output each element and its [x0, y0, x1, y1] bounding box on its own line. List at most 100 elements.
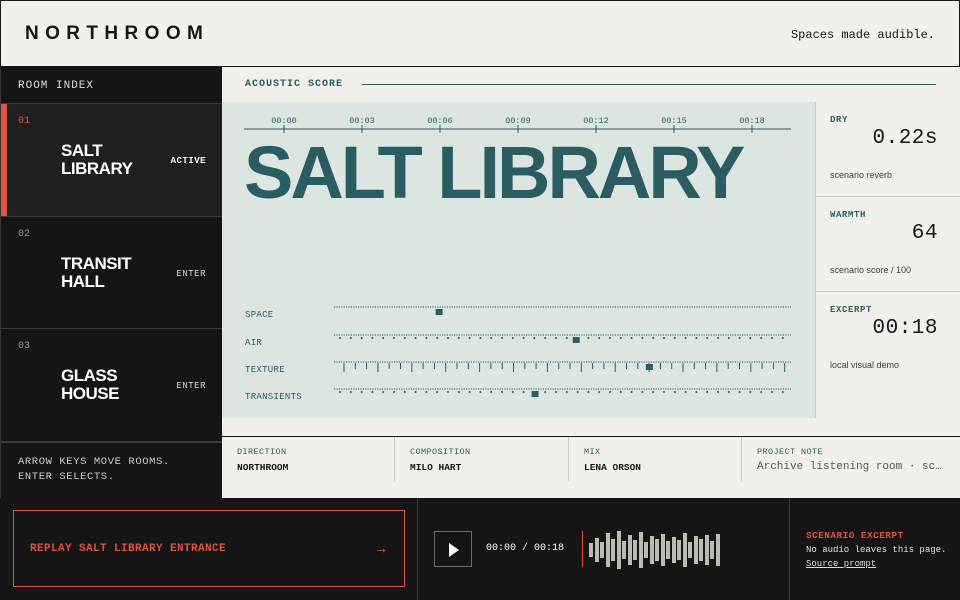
credit-label: MIX — [584, 447, 601, 457]
playhead[interactable] — [582, 531, 583, 567]
waveform-bar — [666, 541, 670, 559]
waveform[interactable] — [589, 528, 729, 570]
tagline: Spaces made audible. — [790, 28, 935, 42]
waveform-bar — [600, 542, 604, 558]
track-dot — [673, 391, 676, 393]
track-dot — [425, 391, 428, 393]
section-title: ACOUSTIC SCORE — [245, 79, 344, 90]
track-dot — [511, 391, 514, 393]
track-dot — [403, 337, 406, 339]
waveform-bar — [627, 535, 632, 565]
waveform-bar — [633, 540, 637, 560]
track-dot — [382, 391, 385, 393]
credit-value: Archive listening room · sc… — [757, 461, 942, 473]
app-header: NORTHROOM Spaces made audible. — [0, 0, 960, 67]
divider — [789, 498, 790, 600]
metric-value: 0.22s — [872, 127, 938, 150]
divider — [1, 441, 223, 443]
track-dot — [490, 391, 493, 393]
track-dot — [749, 337, 752, 339]
room-name: GLASS HOUSE — [61, 366, 119, 403]
metric-label: DRY — [830, 115, 849, 125]
acoustic-score-panel: 00:00 00:03 00:06 00:09 00:12 00:15 00:18 SALT… — [222, 102, 815, 418]
track-dot — [522, 337, 525, 339]
track-dot — [727, 391, 730, 393]
track-handle[interactable] — [572, 337, 580, 343]
timeline-tick-label: 00:09 — [505, 116, 531, 126]
excerpt-note: No audio leaves this page. — [806, 545, 947, 555]
track-dot — [468, 337, 471, 339]
track-dot — [414, 337, 417, 339]
track-dot — [511, 337, 514, 339]
player-bar: REPLAY SALT LIBRARY ENTRANCE → 00:00 / 0… — [0, 498, 960, 600]
track-label: TRANSIENTS — [245, 392, 302, 402]
metric-excerpt: EXCERPT 00:18 local visual demo — [815, 292, 960, 418]
track-dot — [587, 391, 590, 393]
track-dot — [749, 391, 752, 393]
track-handle[interactable] — [531, 391, 539, 397]
track-dot — [349, 391, 352, 393]
track-dot — [609, 337, 611, 339]
metric-caption: local visual demo — [830, 360, 900, 370]
track-dot — [727, 337, 730, 339]
track-dot — [598, 337, 601, 339]
waveform-bar — [704, 535, 709, 565]
track-dot — [781, 391, 784, 393]
track-dot — [349, 337, 352, 339]
track-dot — [436, 337, 439, 339]
brand-logo[interactable]: NORTHROOM — [25, 23, 209, 45]
waveform-bar — [693, 536, 698, 564]
metric-caption: scenario score / 100 — [830, 265, 912, 275]
metric-dry: DRY 0.22s scenario reverb — [815, 102, 960, 197]
room-state: ENTER — [176, 269, 206, 279]
track-handle[interactable] — [645, 364, 653, 370]
room-index-title: ROOM INDEX — [18, 80, 95, 92]
track-dot — [544, 391, 547, 393]
waveform-bar — [699, 539, 703, 561]
room-state: ACTIVE — [170, 156, 206, 166]
track-dot — [587, 337, 590, 339]
credit-label: DIRECTION — [237, 447, 287, 457]
track-dot — [652, 391, 655, 393]
track-dot — [695, 391, 698, 393]
track-dot — [382, 337, 385, 339]
track-dot — [447, 391, 449, 393]
track-dot — [360, 337, 363, 339]
divider — [362, 84, 936, 85]
track-dot — [457, 337, 460, 339]
track-dot — [641, 337, 644, 339]
waveform-bar — [715, 534, 720, 566]
room-index-sidebar: ROOM INDEX 01 SALT LIBRARY ACTIVE 02 TRA… — [0, 67, 223, 498]
track-dot — [414, 391, 417, 393]
waveform-bar — [605, 533, 610, 567]
parameter-tracks: SPACE AIR TEXTURE TRANSIENTS — [245, 306, 791, 402]
replay-entrance-button[interactable]: REPLAY SALT LIBRARY ENTRANCE → — [13, 510, 405, 587]
track-dot — [663, 337, 665, 339]
source-prompt-link[interactable]: Source prompt — [806, 559, 876, 569]
room-state: ENTER — [176, 381, 206, 391]
room-item-glass-house[interactable]: 03 GLASS HOUSE ENTER — [1, 328, 223, 441]
keyboard-hint-line: ARROW KEYS MOVE ROOMS. — [18, 456, 170, 468]
track-dot — [565, 337, 568, 339]
play-icon — [449, 543, 459, 557]
track-dot — [781, 337, 784, 339]
arrow-right-icon: → — [374, 540, 388, 556]
track-dot — [576, 391, 579, 393]
track-handle[interactable] — [435, 309, 443, 315]
track-dot — [360, 391, 363, 393]
keyboard-hint-line: ENTER SELECTS. — [18, 471, 115, 483]
credit-label: PROJECT NOTE — [757, 447, 824, 457]
track-dot — [479, 391, 482, 393]
metric-value: 64 — [911, 222, 938, 245]
play-button[interactable] — [434, 531, 472, 567]
track-dot — [393, 337, 395, 339]
waveform-bar — [622, 541, 626, 559]
track-dot — [371, 337, 374, 339]
track-dot — [760, 337, 763, 339]
track-dot — [555, 337, 557, 339]
credit-project-note: PROJECT NOTE Archive listening room · sc… — [742, 437, 960, 499]
room-item-salt-library[interactable]: 01 SALT LIBRARY ACTIVE — [1, 103, 223, 216]
track-dot — [371, 391, 374, 393]
room-name: TRANSIT HALL — [61, 254, 132, 291]
room-item-transit-hall[interactable]: 02 TRANSIT HALL ENTER — [1, 216, 223, 329]
